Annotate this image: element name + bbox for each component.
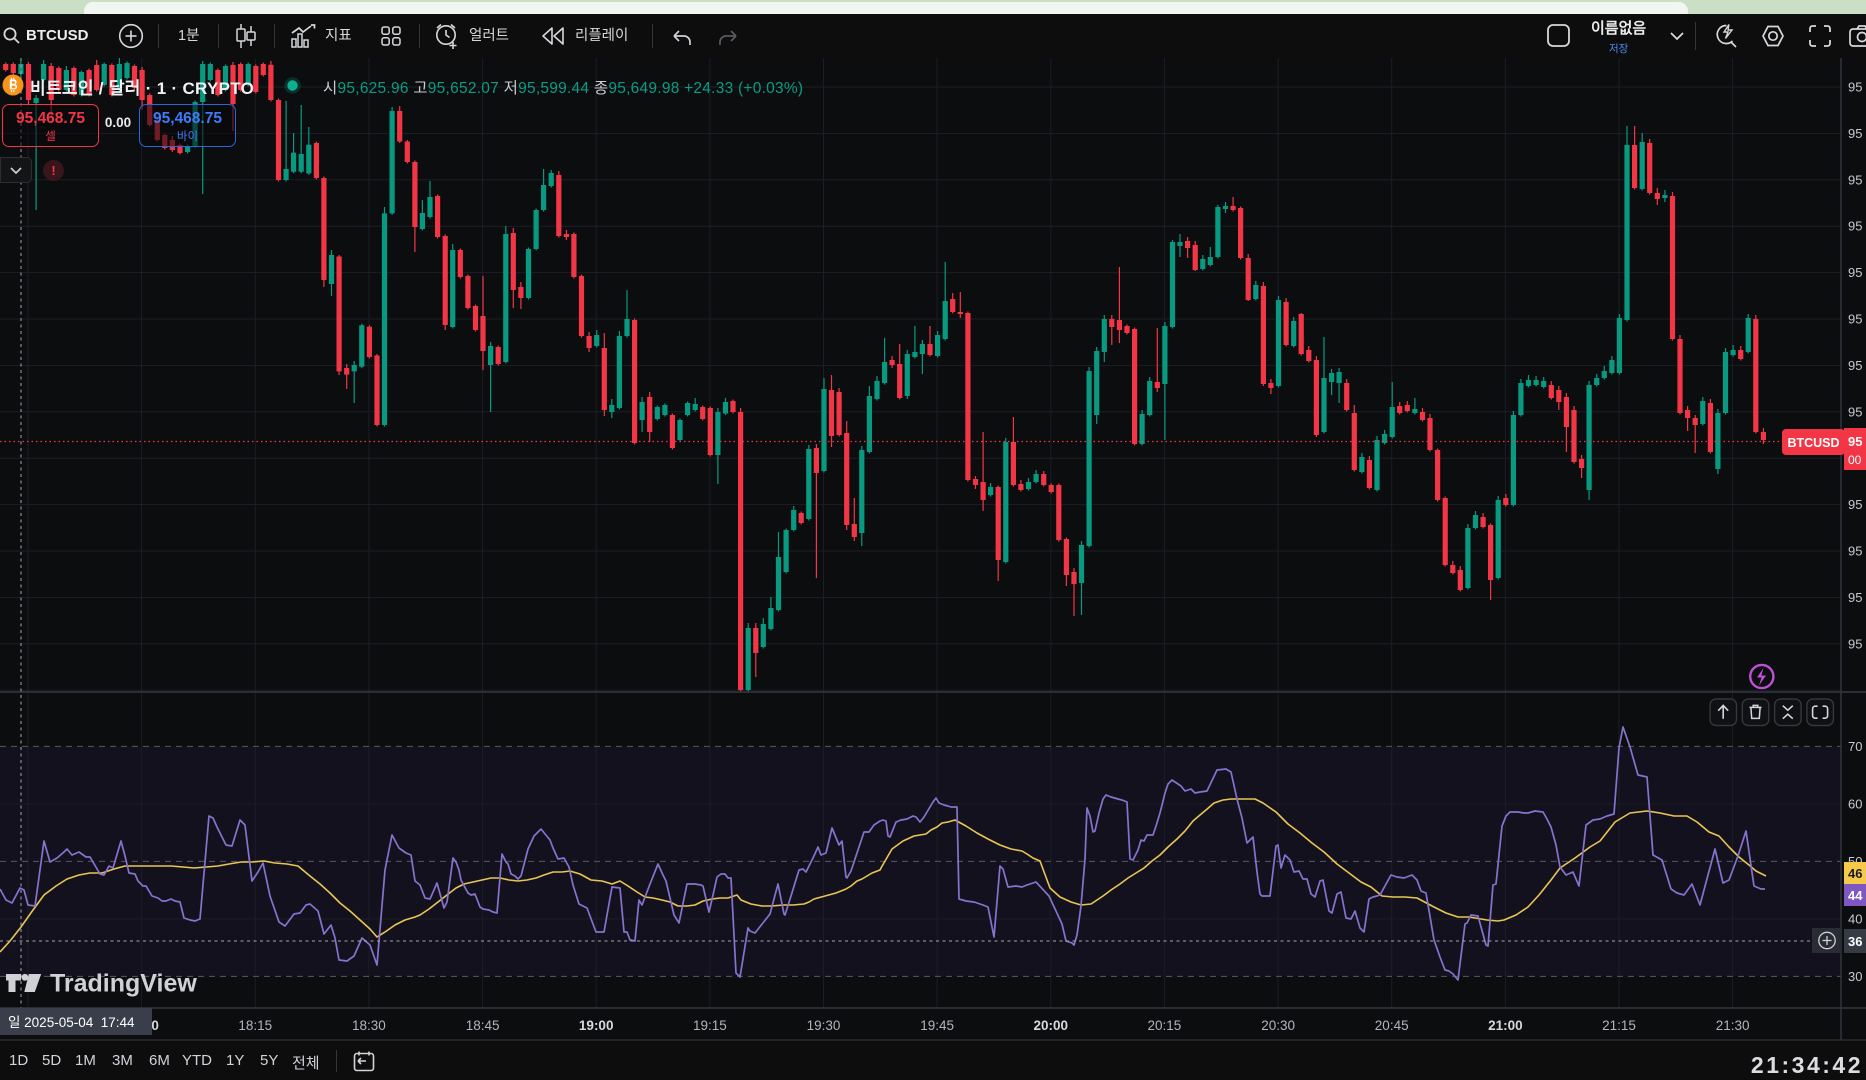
svg-text:95: 95: [1848, 80, 1862, 95]
svg-text:00: 00: [1848, 453, 1862, 467]
svg-text:36: 36: [1848, 934, 1862, 949]
svg-text:20:45: 20:45: [1375, 1018, 1409, 1033]
svg-text:95: 95: [1848, 172, 1862, 187]
svg-text:95: 95: [1848, 590, 1862, 605]
svg-text:19:30: 19:30: [807, 1018, 841, 1033]
svg-text:18:45: 18:45: [466, 1018, 500, 1033]
svg-text:TradingView: TradingView: [50, 970, 197, 998]
svg-text:95: 95: [1848, 434, 1862, 449]
svg-text:95: 95: [1848, 265, 1862, 280]
svg-text:95: 95: [1848, 404, 1862, 419]
svg-text:18:15: 18:15: [238, 1018, 272, 1033]
svg-text:18:30: 18:30: [352, 1018, 386, 1033]
svg-text:60: 60: [1848, 796, 1862, 811]
svg-text:BTCUSD: BTCUSD: [1787, 436, 1839, 450]
svg-text:95: 95: [1848, 126, 1862, 141]
svg-text:19:15: 19:15: [693, 1018, 727, 1033]
svg-text:44: 44: [1848, 888, 1863, 903]
svg-text:21:00: 21:00: [1488, 1018, 1523, 1033]
svg-text:일 2025-05-04 17:44: 일 2025-05-04 17:44: [8, 1015, 135, 1030]
svg-text:95: 95: [1848, 219, 1862, 234]
svg-text:19:00: 19:00: [579, 1018, 614, 1033]
svg-text:70: 70: [1848, 739, 1862, 754]
svg-text:95: 95: [1848, 636, 1862, 651]
svg-text:46: 46: [1848, 866, 1862, 881]
svg-text:20:15: 20:15: [1148, 1018, 1182, 1033]
svg-text:40: 40: [1848, 911, 1862, 926]
svg-text:21:15: 21:15: [1602, 1018, 1636, 1033]
svg-text:95: 95: [1848, 544, 1862, 559]
svg-text:20:00: 20:00: [1034, 1018, 1069, 1033]
svg-text:95: 95: [1848, 312, 1862, 327]
svg-text:19:45: 19:45: [920, 1018, 954, 1033]
svg-text:30: 30: [1848, 969, 1862, 984]
svg-text:95: 95: [1848, 497, 1862, 512]
svg-text:20:30: 20:30: [1261, 1018, 1295, 1033]
svg-text:21:30: 21:30: [1716, 1018, 1750, 1033]
svg-text:95: 95: [1848, 358, 1862, 373]
